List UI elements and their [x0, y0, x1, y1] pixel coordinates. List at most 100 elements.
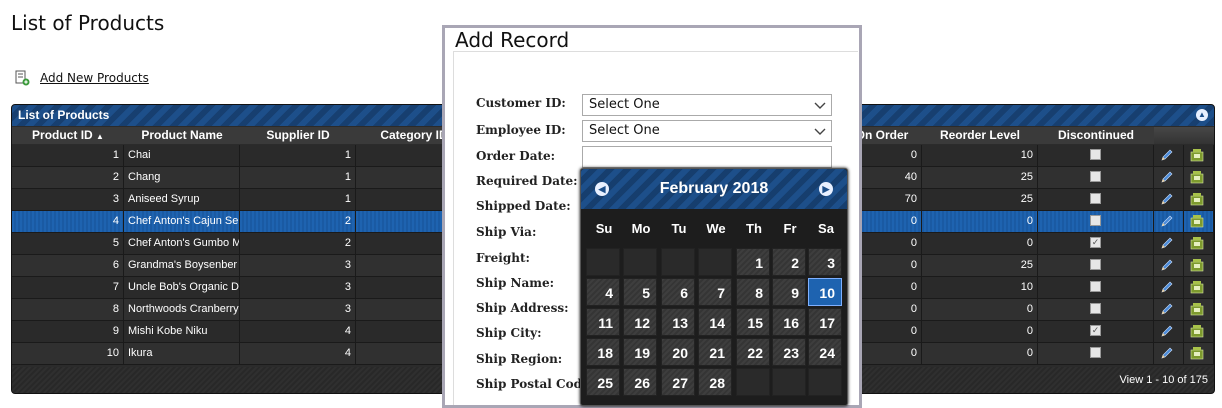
discontinued-checkbox[interactable]: [1090, 193, 1101, 204]
calendar-empty-cell: [698, 248, 732, 276]
discontinued-checkbox[interactable]: [1090, 215, 1101, 226]
grid-caption-text: List of Products: [18, 108, 110, 122]
cell-supplier-id: 2: [240, 211, 356, 232]
cell-reorder-level: 25: [922, 189, 1038, 210]
delete-icon[interactable]: [1190, 214, 1204, 228]
calendar-day[interactable]: 21: [698, 338, 732, 366]
calendar-day[interactable]: 17: [808, 308, 842, 336]
col-header-product-id[interactable]: Product ID ▲: [12, 127, 124, 144]
label-ship-postal-code: Ship Postal Code:: [476, 377, 595, 391]
edit-pencil-icon[interactable]: [1160, 236, 1174, 250]
delete-icon[interactable]: [1190, 346, 1204, 360]
discontinued-checkbox[interactable]: [1090, 171, 1101, 182]
cell-product-name: Chef Anton's Cajun Se: [124, 211, 240, 232]
calendar-day[interactable]: 24: [808, 338, 842, 366]
customer-id-select[interactable]: Select One: [582, 94, 832, 116]
calendar-day[interactable]: 22: [736, 338, 770, 366]
cell-product-id: 1: [12, 145, 124, 166]
col-header-discontinued[interactable]: Discontinued: [1038, 127, 1154, 144]
customer-id-value: Select One: [589, 97, 660, 112]
next-month-icon[interactable]: ▶: [819, 182, 833, 196]
calendar-day[interactable]: 3: [808, 248, 842, 276]
delete-icon[interactable]: [1190, 148, 1204, 162]
calendar-empty-cell: [772, 368, 806, 396]
label-customer-id: Customer ID:: [476, 96, 566, 110]
edit-pencil-icon[interactable]: [1160, 170, 1174, 184]
edit-pencil-icon[interactable]: [1160, 192, 1174, 206]
cell-supplier-id: 1: [240, 145, 356, 166]
discontinued-checkbox[interactable]: [1090, 281, 1101, 292]
calendar-day[interactable]: 14: [698, 308, 732, 336]
calendar-empty-cell: [808, 368, 842, 396]
cell-reorder-level: 0: [922, 299, 1038, 320]
calendar-day[interactable]: 15: [736, 308, 770, 336]
calendar-day[interactable]: 18: [586, 338, 620, 366]
add-new-products-link[interactable]: Add New Products: [40, 71, 149, 85]
edit-pencil-icon[interactable]: [1160, 258, 1174, 272]
calendar-empty-cell: [736, 368, 770, 396]
edit-pencil-icon[interactable]: [1160, 148, 1174, 162]
calendar-day[interactable]: 20: [661, 338, 695, 366]
calendar-day[interactable]: 2: [772, 248, 806, 276]
calendar-day[interactable]: 26: [623, 368, 657, 396]
discontinued-checkbox[interactable]: [1090, 347, 1101, 358]
cell-product-id: 9: [12, 321, 124, 342]
col-header-reorder-level[interactable]: Reorder Level: [922, 127, 1038, 144]
cell-reorder-level: 10: [922, 145, 1038, 166]
calendar-day[interactable]: 12: [623, 308, 657, 336]
discontinued-checkbox[interactable]: [1090, 303, 1101, 314]
delete-icon[interactable]: [1190, 236, 1204, 250]
calendar-day[interactable]: 9: [772, 278, 806, 306]
order-date-input[interactable]: [582, 146, 832, 168]
edit-pencil-icon[interactable]: [1160, 346, 1174, 360]
calendar-day[interactable]: 16: [772, 308, 806, 336]
cell-product-id: 2: [12, 167, 124, 188]
edit-pencil-icon[interactable]: [1160, 280, 1174, 294]
cell-supplier-id: 3: [240, 277, 356, 298]
cell-supplier-id: 4: [240, 321, 356, 342]
delete-icon[interactable]: [1190, 258, 1204, 272]
calendar-day[interactable]: 6: [661, 278, 695, 306]
discontinued-checkbox[interactable]: ✓: [1090, 325, 1101, 336]
discontinued-checkbox[interactable]: ✓: [1090, 237, 1101, 248]
delete-icon[interactable]: [1190, 302, 1204, 316]
add-new-products-link-wrap[interactable]: Add New Products: [14, 70, 149, 86]
discontinued-checkbox[interactable]: [1090, 149, 1101, 160]
delete-icon[interactable]: [1190, 280, 1204, 294]
collapse-grid-icon[interactable]: ▲: [1196, 109, 1208, 121]
calendar-day[interactable]: 11: [586, 308, 620, 336]
label-employee-id: Employee ID:: [476, 123, 566, 137]
edit-pencil-icon[interactable]: [1160, 324, 1174, 338]
add-record-icon[interactable]: [14, 70, 30, 86]
calendar-day[interactable]: 8: [736, 278, 770, 306]
sort-asc-icon: ▲: [96, 132, 104, 141]
calendar-day[interactable]: 4: [586, 278, 620, 306]
calendar-day[interactable]: 13: [661, 308, 695, 336]
delete-icon[interactable]: [1190, 324, 1204, 338]
calendar-day[interactable]: 19: [623, 338, 657, 366]
calendar-day[interactable]: 28: [698, 368, 732, 396]
discontinued-checkbox[interactable]: [1090, 259, 1101, 270]
weekday-label: Mo: [631, 221, 651, 236]
calendar-day[interactable]: 7: [698, 278, 732, 306]
calendar-day[interactable]: 1: [736, 248, 770, 276]
calendar-day[interactable]: 25: [586, 368, 620, 396]
chevron-down-icon: [814, 128, 826, 135]
cell-product-id: 8: [12, 299, 124, 320]
edit-pencil-icon[interactable]: [1160, 302, 1174, 316]
calendar-day[interactable]: 10: [808, 278, 842, 306]
cell-product-name: Aniseed Syrup: [124, 189, 240, 210]
calendar-day[interactable]: 23: [772, 338, 806, 366]
delete-icon[interactable]: [1190, 170, 1204, 184]
cell-reorder-level: 0: [922, 343, 1038, 364]
calendar-day[interactable]: 5: [623, 278, 657, 306]
weekday-label: Su: [595, 221, 613, 236]
calendar-day[interactable]: 27: [661, 368, 695, 396]
edit-pencil-icon[interactable]: [1160, 214, 1174, 228]
label-required-date: Required Date:: [476, 174, 578, 188]
employee-id-select[interactable]: Select One: [582, 120, 832, 142]
delete-icon[interactable]: [1190, 192, 1204, 206]
cell-reorder-level: 0: [922, 233, 1038, 254]
col-header-supplier-id[interactable]: Supplier ID: [240, 127, 356, 144]
col-header-product-name[interactable]: Product Name: [124, 127, 240, 144]
